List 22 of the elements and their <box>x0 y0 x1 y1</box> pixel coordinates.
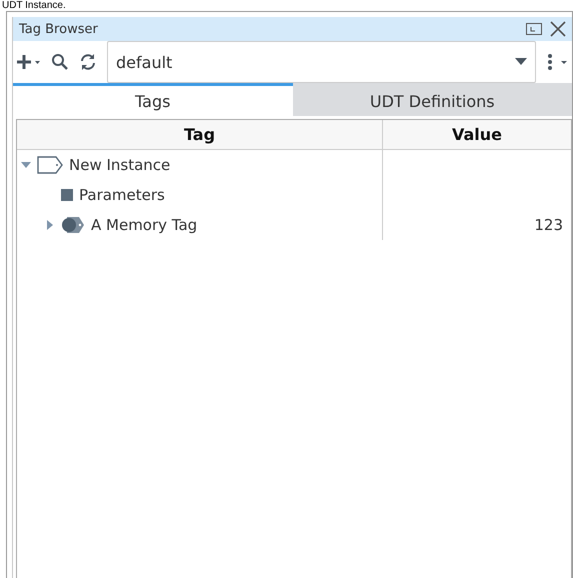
more-menu-button[interactable] <box>546 53 568 71</box>
refresh-icon[interactable] <box>79 53 97 71</box>
caption-text: UDT Instance. <box>1 0 67 11</box>
square-icon <box>61 189 73 201</box>
search-icon[interactable] <box>51 53 69 71</box>
tree-item-label[interactable]: A Memory Tag <box>91 216 198 234</box>
expand-icon[interactable] <box>45 220 55 230</box>
tree-item-label[interactable]: Parameters <box>79 186 165 204</box>
add-menu-button[interactable] <box>17 54 41 70</box>
memory-tag-icon <box>61 216 85 234</box>
tab[interactable]: UDT Definitions <box>292 83 572 116</box>
column-header[interactable]: Tag <box>17 120 382 149</box>
tree-item-label[interactable]: New Instance <box>69 156 170 174</box>
tag-icon <box>37 156 63 174</box>
caret-icon <box>515 58 527 66</box>
float-icon[interactable] <box>526 23 542 35</box>
panel-title: Tag Browser <box>19 22 99 36</box>
column-header[interactable]: Value <box>382 120 571 149</box>
collapse-icon[interactable] <box>21 160 31 170</box>
value-text: 123 <box>534 216 563 234</box>
provider-dropdown[interactable]: default <box>107 41 536 83</box>
close-icon[interactable] <box>550 21 566 37</box>
